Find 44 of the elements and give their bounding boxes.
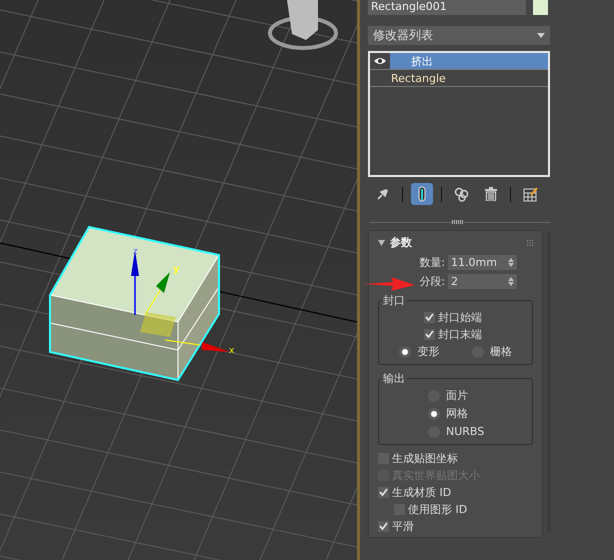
table-edit-icon [522,186,538,202]
checkbox-option[interactable]: 生成材质 ID [378,485,533,499]
spinner-arrows-icon[interactable] [508,277,514,286]
radio-option[interactable]: 变形 [399,344,440,359]
toolbar-button[interactable] [411,183,433,205]
y-axis-label: y [173,264,180,275]
circles-icon [454,186,468,202]
radio-option[interactable]: NURBS [428,424,484,439]
z-axis-label: z [133,247,138,257]
box-drawing[interactable] [49,226,220,382]
trash-icon [485,187,497,201]
checkbox-option[interactable]: 使用图形 ID [378,502,533,516]
checkbox[interactable] [424,328,435,340]
object-color-swatch[interactable] [533,0,548,15]
checkbox[interactable] [424,312,435,322]
checkbox-option[interactable]: 封口始端 [383,310,528,324]
rollout-title[interactable]: 参数 [390,235,522,250]
pin-icon [376,187,390,201]
viewcube-drawing[interactable] [268,0,338,50]
checkbox[interactable] [378,486,389,498]
caret-icon [537,33,545,38]
radio-option[interactable]: 栅格 [472,344,512,359]
radio-option[interactable]: 网格 [428,406,468,421]
checkbox-option[interactable]: 封口末端 [383,327,528,341]
group-title: 封口 [382,293,406,308]
spinner-field[interactable]: 2 [448,274,517,289]
radio-option[interactable]: 面片 [428,388,468,403]
viewport-background[interactable]: z y x [0,0,357,560]
spinner-field[interactable]: 11.0mm [448,255,517,270]
checkbox[interactable] [378,520,389,532]
group-title: 输出 [382,371,406,386]
checkbox-option[interactable]: 生成贴图坐标 [378,451,533,465]
collapse-triangle-icon[interactable] [378,240,385,246]
spinner-arrows-icon[interactable] [508,258,514,267]
modifier-stack-item[interactable]: 挤出 [370,53,548,70]
checkbox-option[interactable]: 平滑 [378,519,533,533]
modifier-stack-item[interactable]: Rectangle [370,70,548,87]
field-label: 数量: [419,255,445,270]
object-name-field[interactable]: Rectangle001 [368,0,526,15]
x-axis-label: x [229,346,234,356]
field-label: 分段: [419,274,445,289]
modifier-list-dropdown[interactable]: 修改器列表 [368,26,550,45]
tube-icon [418,186,426,202]
eye-icon[interactable] [370,53,390,69]
